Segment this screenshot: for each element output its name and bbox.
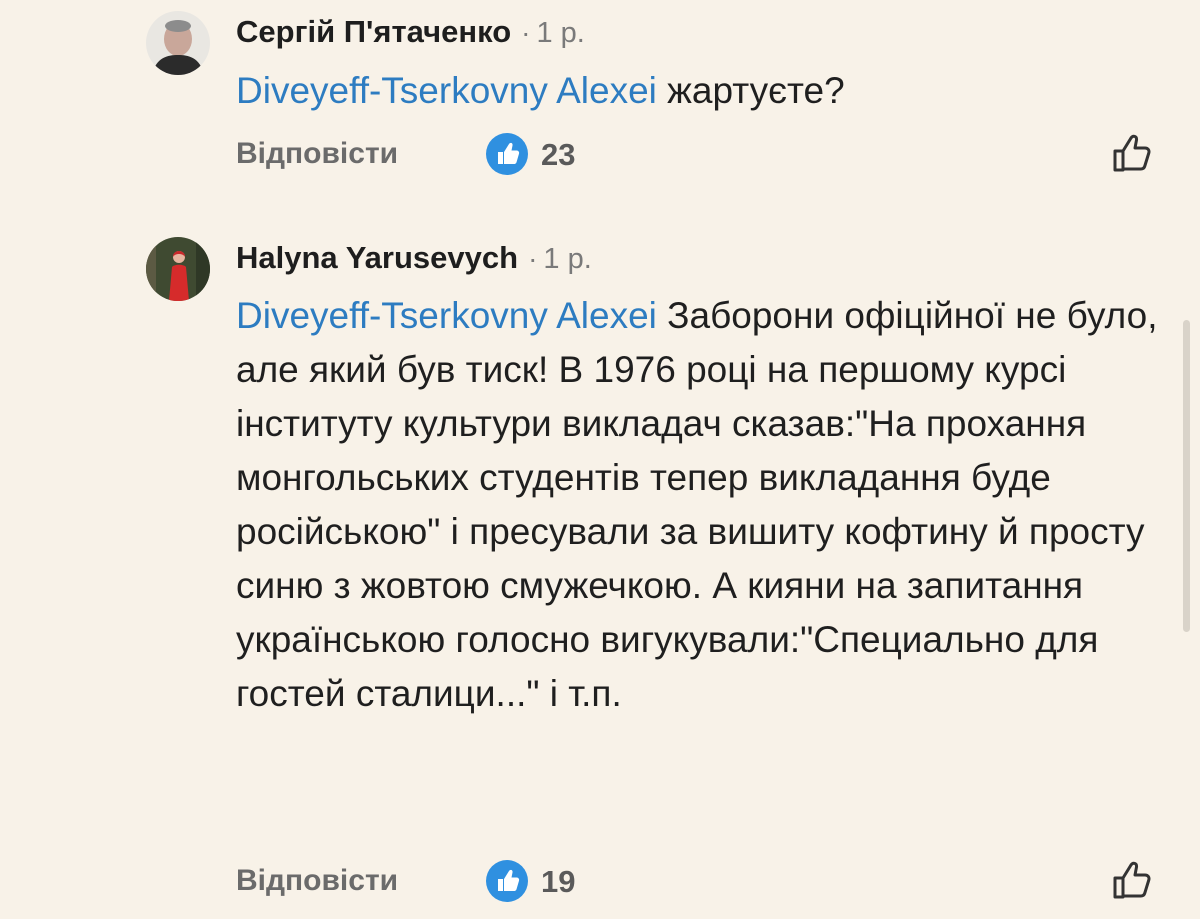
- like-button[interactable]: [1110, 131, 1156, 177]
- like-button[interactable]: [1110, 858, 1156, 904]
- thumbs-up-outline-icon: [1113, 134, 1151, 172]
- thumbs-up-icon: [498, 869, 520, 891]
- thumbs-up-icon: [498, 142, 520, 164]
- timestamp[interactable]: 1 р.: [536, 17, 584, 49]
- comment-actions: Відповісти 23: [236, 131, 1166, 179]
- author-name[interactable]: Halyna Yarusevych: [236, 240, 518, 275]
- comment-header: Сергій П'ятаченко · 1 р.: [236, 14, 585, 50]
- comment-text: Diveyeff-Tserkovny Alexei Заборони офіці…: [236, 289, 1166, 721]
- author-name[interactable]: Сергій П'ятаченко: [236, 14, 511, 49]
- avatar-photo-man: [146, 11, 210, 75]
- comment-body: жартуєте?: [656, 70, 845, 111]
- mention-link[interactable]: Diveyeff-Tserkovny Alexei: [236, 295, 657, 336]
- reply-button[interactable]: Відповісти: [236, 137, 398, 171]
- scrollbar[interactable]: [1183, 320, 1190, 632]
- separator-dot: ·: [528, 243, 538, 274]
- like-badge-icon: [486, 133, 528, 175]
- like-count: 19: [541, 864, 576, 899]
- like-badge-icon: [486, 860, 528, 902]
- comment-header: Halyna Yarusevych · 1 р.: [236, 240, 592, 276]
- comment-actions: Відповісти 19: [236, 858, 1166, 906]
- comment-text: Diveyeff-Tserkovny Alexei жартуєте?: [236, 64, 1166, 118]
- avatar[interactable]: [146, 237, 210, 301]
- like-count: 23: [541, 137, 576, 172]
- avatar[interactable]: [146, 11, 210, 75]
- reply-button[interactable]: Відповісти: [236, 864, 398, 898]
- timestamp[interactable]: 1 р.: [543, 243, 591, 275]
- avatar-photo-woman-in-red: [146, 237, 210, 301]
- separator-dot: ·: [521, 17, 531, 48]
- comment-body: Заборони офіційної не було, але який був…: [236, 295, 1158, 714]
- thumbs-up-outline-icon: [1113, 861, 1151, 899]
- mention-link[interactable]: Diveyeff-Tserkovny Alexei: [236, 70, 657, 111]
